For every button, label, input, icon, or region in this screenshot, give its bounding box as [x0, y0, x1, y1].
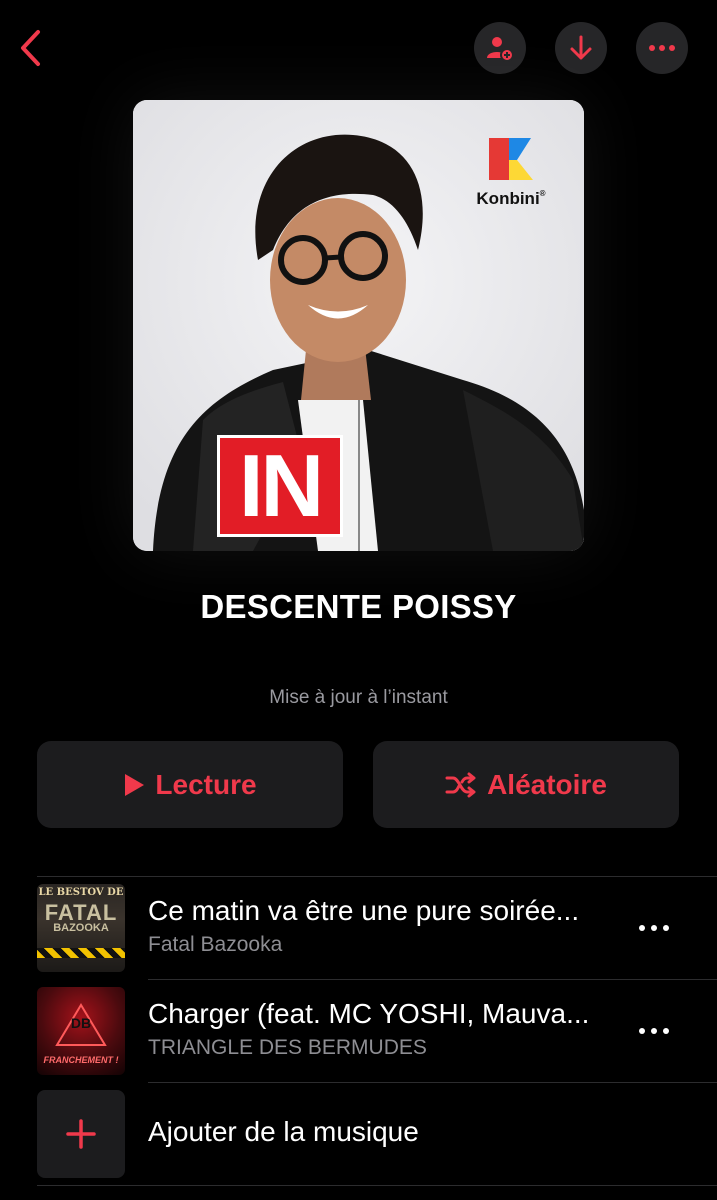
play-button[interactable]: Lecture — [37, 741, 343, 828]
playlist-title: DESCENTE POISSY — [200, 588, 517, 625]
list-bottom-divider — [37, 1185, 717, 1186]
in-badge: IN — [217, 435, 343, 537]
konbini-logo: Konbini® — [466, 136, 556, 209]
track-more-button[interactable] — [636, 1016, 672, 1046]
track-title: Ce matin va être une pure soirée... — [148, 895, 580, 926]
track-artist: TRIANGLE DES BERMUDES — [148, 1036, 427, 1059]
shuffle-label: Aléatoire — [487, 768, 607, 800]
add-music-label: Ajouter de la musique — [148, 1116, 419, 1147]
art-caption-main: DB — [70, 1015, 92, 1031]
playlist-artwork: Konbini® IN — [133, 100, 584, 551]
track-artwork: DB FRANCHEMENT ! — [37, 987, 125, 1075]
add-music-tile — [37, 1090, 125, 1178]
art-caption-sub: BAZOOKA — [53, 922, 109, 934]
art-caption-top: LE BESTOV DE — [38, 887, 124, 898]
play-label: Lecture — [155, 768, 257, 800]
back-button[interactable] — [10, 25, 50, 71]
track-row[interactable]: DB FRANCHEMENT ! Charger (feat. MC YOSHI… — [0, 980, 717, 1082]
art-caption-sub: FRANCHEMENT ! — [43, 1055, 119, 1065]
track-more-button[interactable] — [636, 913, 672, 943]
add-person-icon — [487, 37, 514, 62]
download-button[interactable] — [555, 22, 607, 74]
plus-icon — [66, 1119, 96, 1149]
shuffle-icon — [445, 772, 476, 797]
konbini-label: Konbini — [476, 189, 540, 208]
more-icon — [639, 1028, 669, 1034]
chevron-left-icon — [21, 30, 40, 66]
track-artwork: LE BESTOV DE FATAL BAZOOKA — [37, 884, 125, 972]
add-music-row[interactable]: Ajouter de la musique — [0, 1082, 717, 1184]
play-icon — [125, 773, 145, 796]
shuffle-button[interactable]: Aléatoire — [373, 741, 679, 828]
in-badge-text: IN — [239, 436, 324, 535]
track-artist: Fatal Bazooka — [148, 933, 283, 956]
add-contributor-button[interactable] — [474, 22, 526, 74]
track-title: Charger (feat. MC YOSHI, Mauva... — [148, 998, 590, 1029]
updated-status: Mise à jour à l’instant — [269, 687, 448, 708]
konbini-k-mark — [489, 138, 533, 180]
track-row[interactable]: LE BESTOV DE FATAL BAZOOKA Ce matin va ê… — [0, 877, 717, 979]
more-icon — [649, 45, 675, 51]
more-options-button[interactable] — [636, 22, 688, 74]
download-icon — [570, 35, 592, 60]
registered-mark: ® — [539, 189, 546, 198]
more-icon — [639, 925, 669, 931]
art-caution-tape — [37, 948, 125, 958]
